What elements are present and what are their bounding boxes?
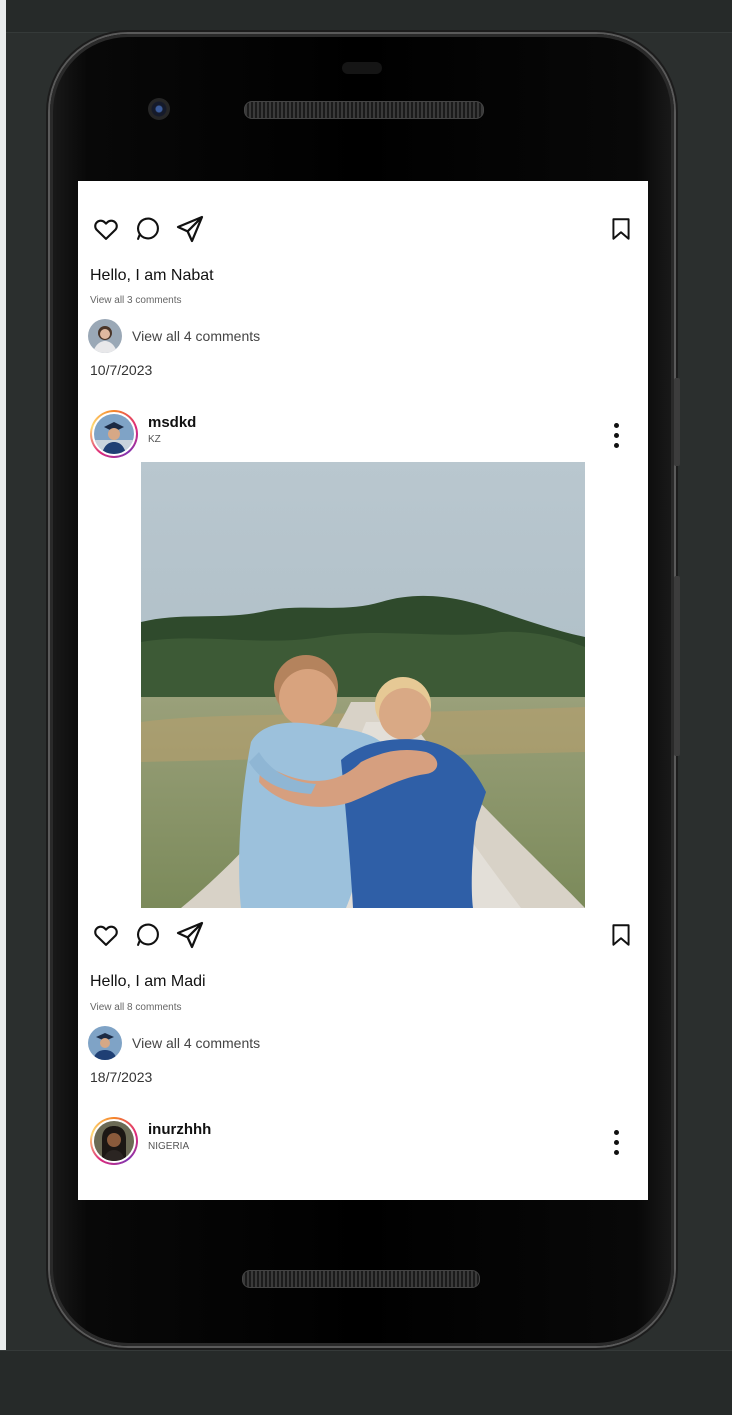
avatar bbox=[94, 1121, 134, 1161]
heart-icon bbox=[94, 219, 118, 240]
view-all-comments-link[interactable]: View all 8 comments bbox=[90, 1002, 182, 1013]
post-header: inurzhhh NIGERIA bbox=[90, 1117, 211, 1165]
window-bottom-bar bbox=[0, 1350, 732, 1415]
more-vertical-icon bbox=[613, 422, 619, 428]
share-button[interactable] bbox=[174, 919, 206, 951]
avatar bbox=[88, 1026, 122, 1060]
username[interactable]: msdkd bbox=[148, 414, 196, 431]
volume-button bbox=[674, 576, 680, 756]
window-left-edge bbox=[0, 0, 6, 1414]
earpiece-speaker bbox=[244, 101, 484, 119]
app-screen: Hello, I am Nabat View all 3 comments Vi… bbox=[78, 181, 648, 1200]
location[interactable]: KZ bbox=[148, 434, 196, 445]
send-icon bbox=[176, 921, 204, 949]
comment-preview-text: View all 4 comments bbox=[132, 1035, 261, 1051]
save-button[interactable] bbox=[608, 215, 634, 243]
more-options-button[interactable] bbox=[606, 1125, 626, 1159]
front-camera-icon bbox=[148, 98, 170, 120]
like-button[interactable] bbox=[92, 921, 120, 949]
comment-preview-row[interactable]: View all 4 comments bbox=[88, 1026, 260, 1060]
comment-icon bbox=[137, 923, 159, 946]
comment-icon bbox=[137, 217, 159, 240]
post-image[interactable] bbox=[141, 462, 585, 908]
power-button bbox=[674, 378, 680, 466]
bookmark-icon bbox=[612, 924, 630, 946]
bottom-speaker bbox=[242, 1270, 480, 1288]
story-ring[interactable] bbox=[90, 410, 138, 458]
more-options-button[interactable] bbox=[606, 418, 626, 452]
comment-button[interactable] bbox=[134, 215, 162, 243]
send-icon bbox=[176, 215, 204, 243]
post-date: 18/7/2023 bbox=[90, 1069, 153, 1085]
save-button[interactable] bbox=[608, 921, 634, 949]
view-all-comments-link[interactable]: View all 3 comments bbox=[90, 295, 182, 306]
avatar bbox=[94, 414, 134, 454]
story-ring[interactable] bbox=[90, 1117, 138, 1165]
share-button[interactable] bbox=[174, 213, 206, 245]
comment-preview-text: View all 4 comments bbox=[132, 328, 261, 344]
heart-icon bbox=[94, 925, 118, 946]
proximity-sensor bbox=[342, 62, 382, 74]
more-vertical-icon bbox=[613, 1129, 619, 1135]
post-header: msdkd KZ bbox=[90, 410, 196, 458]
comment-button[interactable] bbox=[134, 921, 162, 949]
window-top-bar bbox=[0, 0, 732, 33]
like-button[interactable] bbox=[92, 215, 120, 243]
post-caption: Hello, I am Nabat bbox=[90, 267, 214, 284]
username[interactable]: inurzhhh bbox=[148, 1121, 211, 1138]
comment-preview-row[interactable]: View all 4 comments bbox=[88, 319, 260, 353]
post-caption: Hello, I am Madi bbox=[90, 973, 206, 990]
avatar bbox=[88, 319, 122, 353]
bookmark-icon bbox=[612, 218, 630, 240]
post-date: 10/7/2023 bbox=[90, 362, 153, 378]
location[interactable]: NIGERIA bbox=[148, 1141, 211, 1152]
